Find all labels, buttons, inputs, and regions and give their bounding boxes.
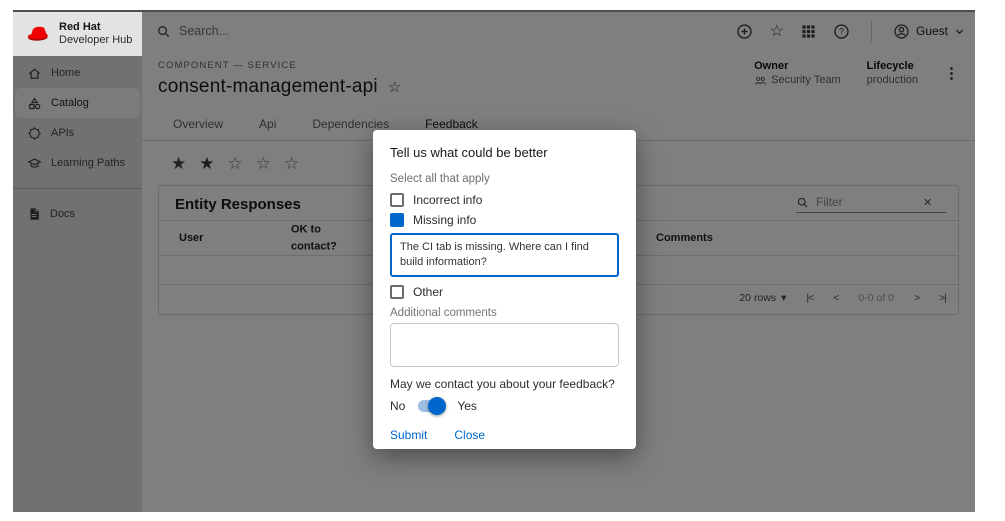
toggle-off-label: No [390,399,405,413]
checkbox-missing-info[interactable]: Missing info [390,213,619,227]
missing-info-textarea[interactable]: The CI tab is missing. Where can I find … [390,233,619,277]
logo-line2: Developer Hub [59,34,132,47]
app-window: Home Catalog APIs Learning Paths Docs [13,10,975,512]
checkbox-other[interactable]: Other [390,285,619,299]
toggle-on-label: Yes [457,399,477,413]
additional-comments-label: Additional comments [390,307,619,319]
checkbox-checked-icon [390,213,404,227]
toggle-thumb [428,397,446,415]
checkbox-label: Other [413,285,443,299]
checkbox-icon [390,193,404,207]
submit-button[interactable]: Submit [390,428,427,442]
feedback-modal: Tell us what could be better Select all … [373,130,636,449]
checkbox-incorrect-info[interactable]: Incorrect info [390,193,619,207]
contact-question: May we contact you about your feedback? [390,377,619,391]
contact-toggle[interactable] [418,400,444,412]
additional-comments-textarea[interactable] [390,323,619,367]
logo[interactable]: Red Hat Developer Hub [13,12,142,56]
checkbox-label: Missing info [413,213,476,227]
modal-title: Tell us what could be better [390,145,619,160]
close-button[interactable]: Close [454,428,485,442]
modal-subtitle: Select all that apply [390,173,619,185]
logo-text: Red Hat Developer Hub [59,21,132,46]
checkbox-icon [390,285,404,299]
redhat-logo-icon [25,24,52,44]
logo-line1: Red Hat [59,21,132,34]
checkbox-label: Incorrect info [413,193,482,207]
